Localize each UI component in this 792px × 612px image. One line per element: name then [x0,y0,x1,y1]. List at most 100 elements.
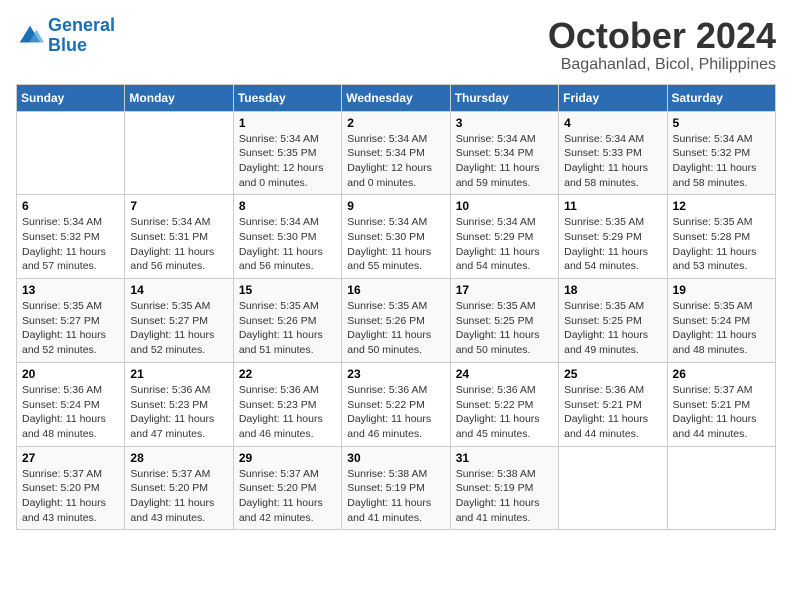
weekday-header-friday: Friday [559,84,667,111]
day-number: 16 [347,283,444,297]
weekday-header-row: SundayMondayTuesdayWednesdayThursdayFrid… [17,84,776,111]
day-number: 25 [564,367,661,381]
day-info: Sunrise: 5:34 AMSunset: 5:30 PMDaylight:… [239,215,336,274]
day-number: 22 [239,367,336,381]
day-info: Sunrise: 5:37 AMSunset: 5:21 PMDaylight:… [673,383,770,442]
day-cell: 11Sunrise: 5:35 AMSunset: 5:29 PMDayligh… [559,195,667,279]
day-number: 7 [130,199,227,213]
day-cell: 3 Sunrise: 5:34 AMSunset: 5:34 PMDaylight… [450,111,558,195]
week-row-1: 1 Sunrise: 5:34 AMSunset: 5:35 PMDaylight… [17,111,776,195]
page-header: General Blue October 2024 Bagahanlad, Bi… [16,16,776,74]
day-info: Sunrise: 5:36 AMSunset: 5:23 PMDaylight:… [239,383,336,442]
day-info: Sunrise: 5:35 AMSunset: 5:25 PMDaylight:… [456,299,553,358]
week-row-2: 6 Sunrise: 5:34 AMSunset: 5:32 PMDaylight… [17,195,776,279]
logo-icon [16,22,44,50]
day-cell [667,446,775,530]
day-info: Sunrise: 5:36 AMSunset: 5:21 PMDaylight:… [564,383,661,442]
day-info: Sunrise: 5:34 AMSunset: 5:34 PMDaylight:… [456,132,553,191]
day-cell: 18 Sunrise: 5:35 AMSunset: 5:25 PMDayligh… [559,279,667,363]
day-number: 19 [673,283,770,297]
day-info: Sunrise: 5:34 AMSunset: 5:31 PMDaylight:… [130,215,227,274]
day-cell: 28Sunrise: 5:37 AMSunset: 5:20 PMDayligh… [125,446,233,530]
day-number: 23 [347,367,444,381]
location-title: Bagahanlad, Bicol, Philippines [548,56,776,74]
day-cell [17,111,125,195]
day-info: Sunrise: 5:36 AMSunset: 5:24 PMDaylight:… [22,383,119,442]
day-cell: 23 Sunrise: 5:36 AMSunset: 5:22 PMDayligh… [342,362,450,446]
day-cell: 31 Sunrise: 5:38 AMSunset: 5:19 PMDayligh… [450,446,558,530]
day-cell: 13 Sunrise: 5:35 AMSunset: 5:27 PMDayligh… [17,279,125,363]
day-number: 15 [239,283,336,297]
day-cell: 8 Sunrise: 5:34 AMSunset: 5:30 PMDaylight… [233,195,341,279]
week-row-3: 13 Sunrise: 5:35 AMSunset: 5:27 PMDayligh… [17,279,776,363]
day-cell: 17Sunrise: 5:35 AMSunset: 5:25 PMDayligh… [450,279,558,363]
day-number: 10 [456,199,553,213]
day-cell: 20 Sunrise: 5:36 AMSunset: 5:24 PMDayligh… [17,362,125,446]
day-info: Sunrise: 5:35 AMSunset: 5:25 PMDaylight:… [564,299,661,358]
day-cell: 26 Sunrise: 5:37 AMSunset: 5:21 PMDayligh… [667,362,775,446]
day-number: 2 [347,116,444,130]
day-number: 4 [564,116,661,130]
week-row-5: 27 Sunrise: 5:37 AMSunset: 5:20 PMDayligh… [17,446,776,530]
day-number: 20 [22,367,119,381]
day-info: Sunrise: 5:34 AMSunset: 5:30 PMDaylight:… [347,215,444,274]
day-info: Sunrise: 5:38 AMSunset: 5:19 PMDaylight:… [456,467,553,526]
day-info: Sunrise: 5:35 AMSunset: 5:26 PMDaylight:… [239,299,336,358]
day-number: 27 [22,451,119,465]
day-cell: 9 Sunrise: 5:34 AMSunset: 5:30 PMDaylight… [342,195,450,279]
day-number: 12 [673,199,770,213]
day-info: Sunrise: 5:37 AMSunset: 5:20 PMDaylight:… [22,467,119,526]
day-info: Sunrise: 5:35 AMSunset: 5:26 PMDaylight:… [347,299,444,358]
day-cell: 29Sunrise: 5:37 AMSunset: 5:20 PMDayligh… [233,446,341,530]
calendar-table: SundayMondayTuesdayWednesdayThursdayFrid… [16,84,776,531]
day-number: 8 [239,199,336,213]
day-cell: 25 Sunrise: 5:36 AMSunset: 5:21 PMDayligh… [559,362,667,446]
day-info: Sunrise: 5:34 AMSunset: 5:34 PMDaylight:… [347,132,444,191]
title-block: October 2024 Bagahanlad, Bicol, Philippi… [548,16,776,74]
day-number: 26 [673,367,770,381]
day-number: 14 [130,283,227,297]
day-cell: 12 Sunrise: 5:35 AMSunset: 5:28 PMDayligh… [667,195,775,279]
day-info: Sunrise: 5:34 AMSunset: 5:32 PMDaylight:… [22,215,119,274]
day-number: 30 [347,451,444,465]
day-number: 1 [239,116,336,130]
day-info: Sunrise: 5:38 AMSunset: 5:19 PMDaylight:… [347,467,444,526]
day-number: 13 [22,283,119,297]
day-info: Sunrise: 5:34 AMSunset: 5:33 PMDaylight:… [564,132,661,191]
day-cell: 4 Sunrise: 5:34 AMSunset: 5:33 PMDaylight… [559,111,667,195]
weekday-header-tuesday: Tuesday [233,84,341,111]
day-info: Sunrise: 5:35 AMSunset: 5:24 PMDaylight:… [673,299,770,358]
day-number: 6 [22,199,119,213]
day-number: 3 [456,116,553,130]
day-number: 5 [673,116,770,130]
day-number: 31 [456,451,553,465]
day-cell: 7 Sunrise: 5:34 AMSunset: 5:31 PMDaylight… [125,195,233,279]
day-cell: 24Sunrise: 5:36 AMSunset: 5:22 PMDayligh… [450,362,558,446]
month-title: October 2024 [548,16,776,56]
day-cell: 15 Sunrise: 5:35 AMSunset: 5:26 PMDayligh… [233,279,341,363]
logo-line2: Blue [48,35,87,55]
day-info: Sunrise: 5:34 AMSunset: 5:35 PMDaylight:… [239,132,336,191]
day-number: 29 [239,451,336,465]
weekday-header-wednesday: Wednesday [342,84,450,111]
day-cell [125,111,233,195]
day-cell: 22 Sunrise: 5:36 AMSunset: 5:23 PMDayligh… [233,362,341,446]
day-cell: 5 Sunrise: 5:34 AMSunset: 5:32 PMDaylight… [667,111,775,195]
day-info: Sunrise: 5:35 AMSunset: 5:27 PMDaylight:… [130,299,227,358]
day-number: 28 [130,451,227,465]
day-number: 9 [347,199,444,213]
day-info: Sunrise: 5:35 AMSunset: 5:28 PMDaylight:… [673,215,770,274]
weekday-header-monday: Monday [125,84,233,111]
day-info: Sunrise: 5:36 AMSunset: 5:22 PMDaylight:… [347,383,444,442]
day-info: Sunrise: 5:34 AMSunset: 5:32 PMDaylight:… [673,132,770,191]
day-info: Sunrise: 5:35 AMSunset: 5:27 PMDaylight:… [22,299,119,358]
day-cell: 1 Sunrise: 5:34 AMSunset: 5:35 PMDaylight… [233,111,341,195]
day-cell [559,446,667,530]
day-cell: 19 Sunrise: 5:35 AMSunset: 5:24 PMDayligh… [667,279,775,363]
day-cell: 21 Sunrise: 5:36 AMSunset: 5:23 PMDayligh… [125,362,233,446]
logo-line1: General [48,15,115,35]
day-number: 21 [130,367,227,381]
day-cell: 16 Sunrise: 5:35 AMSunset: 5:26 PMDayligh… [342,279,450,363]
day-info: Sunrise: 5:36 AMSunset: 5:23 PMDaylight:… [130,383,227,442]
day-number: 18 [564,283,661,297]
